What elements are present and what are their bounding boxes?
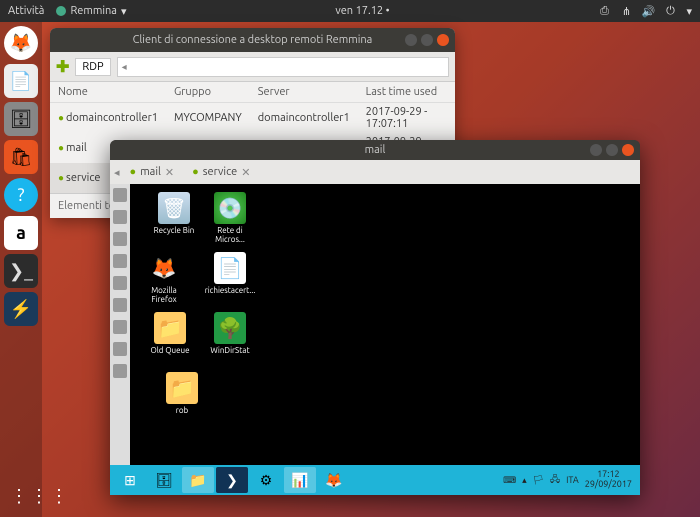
powershell-taskbar-icon[interactable]: ❯: [216, 467, 248, 493]
sidebar-tool[interactable]: [113, 320, 127, 334]
help-launcher[interactable]: ?: [4, 178, 38, 212]
keyboard-icon[interactable]: ⌨: [503, 475, 516, 486]
screenshot-icon[interactable]: ⎙: [598, 5, 610, 17]
explorer-taskbar-icon[interactable]: 📁: [182, 467, 214, 493]
system-menu-arrow[interactable]: ▾: [686, 5, 692, 18]
col-group[interactable]: Gruppo: [166, 82, 250, 103]
nav-back-icon[interactable]: ◂: [114, 166, 120, 179]
folder-oldqueue-icon[interactable]: 📁 Old Queue: [144, 312, 196, 355]
close-button[interactable]: [622, 144, 634, 156]
tab-service[interactable]: ● service ✕: [184, 164, 258, 181]
files-launcher[interactable]: 🗄: [4, 102, 38, 136]
rdp-icon: ●: [58, 142, 64, 153]
rdp-icon: ●: [130, 166, 137, 178]
remote-desktop[interactable]: 🗑 Recycle Bin 💿 Rete di Micros... 🦊 Mozi…: [130, 184, 640, 465]
sidebar-tool[interactable]: [113, 254, 127, 268]
network-tray-icon[interactable]: 🖧: [550, 472, 560, 488]
windows-taskbar: ⊞ 🗄 📁 ❯ ⚙ 📊 🦊 ⌨ ▴ 🏳 🖧 ITA 17:12 29/09/20…: [110, 465, 640, 495]
sidebar-tool[interactable]: [113, 298, 127, 312]
gnome-topbar: Attività Remmina ▾ ven 17.12 • ⎙ ⋔ 🔊 ⏻ ▾: [0, 0, 700, 22]
session-sidebar: [110, 184, 130, 465]
protocol-selector[interactable]: RDP: [75, 58, 110, 76]
col-server[interactable]: Server: [250, 82, 358, 103]
dock: 🦊 📄 🗄 🛍 ? a ❯_ ⚡ ⋮⋮⋮: [0, 22, 42, 517]
tab-close-icon[interactable]: ✕: [241, 166, 250, 179]
session-tabbar: ◂ ● mail ✕ ● service ✕: [110, 160, 640, 184]
sidebar-tool[interactable]: [113, 188, 127, 202]
recycle-bin-icon[interactable]: 🗑 Recycle Bin: [148, 192, 200, 235]
sidebar-tool[interactable]: [113, 210, 127, 224]
quick-connect-input[interactable]: ◂: [117, 57, 449, 77]
rdp-icon: ●: [58, 172, 64, 183]
sidebar-tool[interactable]: [113, 276, 127, 290]
table-row[interactable]: ●domaincontroller1 MYCOMPANY domaincontr…: [50, 103, 455, 134]
rdp-icon: ●: [192, 166, 199, 178]
software-launcher[interactable]: 🛍: [4, 140, 38, 174]
sidebar-tool[interactable]: [113, 342, 127, 356]
maximize-button[interactable]: [421, 34, 433, 46]
amazon-launcher[interactable]: a: [4, 216, 38, 250]
firefox-launcher[interactable]: 🦊: [4, 26, 38, 60]
network-icon[interactable]: ⋔: [620, 5, 632, 17]
show-apps-button[interactable]: ⋮⋮⋮: [10, 486, 70, 507]
remmina-toolbar: ✚ RDP ◂: [50, 52, 455, 82]
remmina-launcher[interactable]: ⚡: [4, 292, 38, 326]
network-icon[interactable]: 💿 Rete di Micros...: [204, 192, 256, 244]
taskmgr-taskbar-icon[interactable]: 📊: [284, 467, 316, 493]
firefox-taskbar-icon[interactable]: 🦊: [318, 467, 350, 493]
new-connection-button[interactable]: ✚: [56, 57, 69, 76]
sidebar-tool[interactable]: [113, 364, 127, 378]
close-button[interactable]: [437, 34, 449, 46]
language-indicator[interactable]: ITA: [566, 475, 579, 485]
cert-file-icon[interactable]: 📄 richiestacert...: [204, 252, 256, 295]
maximize-button[interactable]: [606, 144, 618, 156]
col-name[interactable]: Nome: [50, 82, 166, 103]
services-taskbar-icon[interactable]: ⚙: [250, 467, 282, 493]
activities-button[interactable]: Attività: [8, 5, 44, 17]
rdp-icon: ●: [58, 112, 64, 123]
terminal-launcher[interactable]: ❯_: [4, 254, 38, 288]
session-titlebar[interactable]: mail: [110, 140, 640, 160]
minimize-button[interactable]: [590, 144, 602, 156]
app-menu[interactable]: Remmina ▾: [56, 5, 126, 18]
firefox-icon[interactable]: 🦊 Mozilla Firefox: [138, 252, 190, 304]
flag-icon[interactable]: 🏳: [533, 475, 544, 486]
clock[interactable]: ven 17.12 •: [126, 5, 598, 17]
server-manager-icon[interactable]: 🗄: [148, 467, 180, 493]
tab-mail[interactable]: ● mail ✕: [122, 164, 183, 181]
tab-close-icon[interactable]: ✕: [165, 166, 174, 179]
volume-icon[interactable]: 🔊: [642, 5, 654, 17]
remmina-icon: [56, 6, 66, 16]
start-button[interactable]: ⊞: [114, 467, 146, 493]
minimize-button[interactable]: [405, 34, 417, 46]
libreoffice-launcher[interactable]: 📄: [4, 64, 38, 98]
rdp-session-window: mail ◂ ● mail ✕ ● service ✕: [110, 140, 640, 495]
tray-arrow-icon[interactable]: ▴: [522, 475, 527, 486]
windirstat-icon[interactable]: 🌳 WinDirStat: [204, 312, 256, 355]
taskbar-clock[interactable]: 17:12 29/09/2017: [581, 470, 636, 490]
col-lasttime[interactable]: Last time used: [358, 82, 455, 103]
system-tray[interactable]: ⌨ ▴ 🏳 🖧 ITA: [503, 472, 579, 488]
folder-rob-icon[interactable]: 📁 rob: [156, 372, 208, 415]
sidebar-tool[interactable]: [113, 232, 127, 246]
power-icon[interactable]: ⏻: [664, 5, 676, 17]
remmina-titlebar[interactable]: Client di connessione a desktop remoti R…: [50, 28, 455, 52]
